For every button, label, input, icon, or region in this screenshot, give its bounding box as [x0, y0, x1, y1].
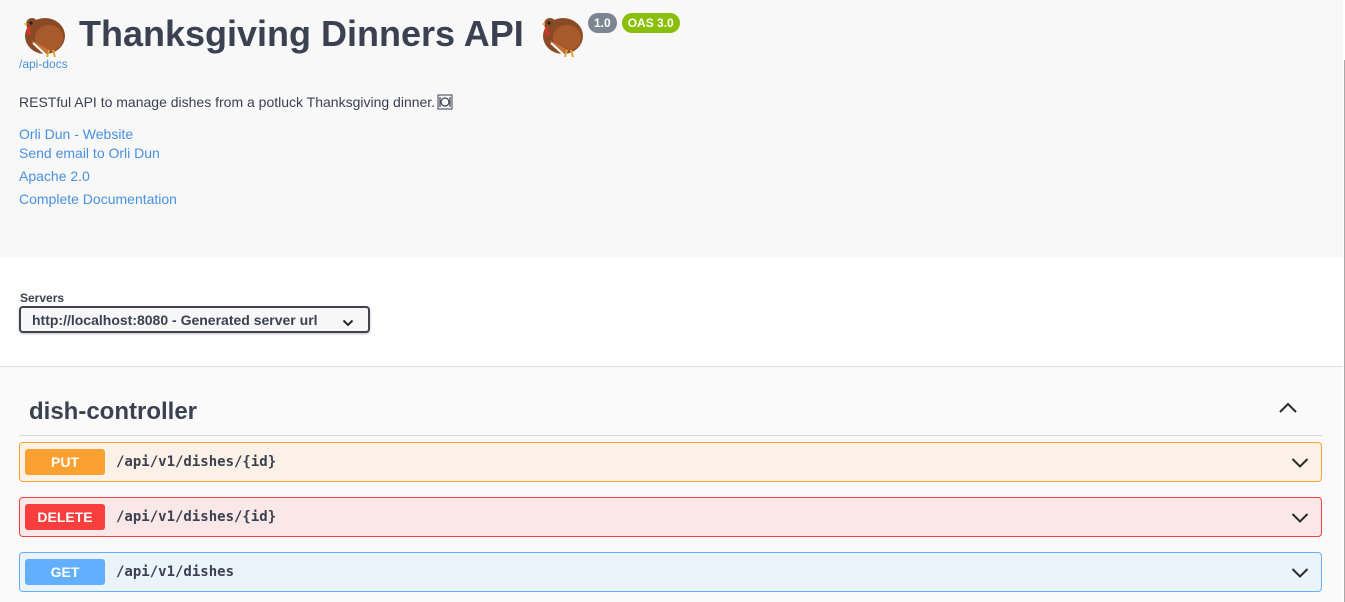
servers-label: Servers: [20, 291, 65, 305]
chevron-down-icon[interactable]: [1291, 511, 1309, 523]
oas-badge: OAS 3.0: [621, 13, 680, 33]
operation-delete-dish[interactable]: DELETE /api/v1/dishes/{id}: [19, 497, 1322, 537]
server-select-value: http://localhost:8080 - Generated server…: [32, 311, 318, 328]
website-link[interactable]: Orli Dun - Website: [19, 126, 133, 142]
tag-header[interactable]: dish-controller: [19, 387, 1322, 436]
version-badge: 1.0: [588, 13, 617, 33]
turkey-icon: [19, 10, 69, 58]
operation-path: /api/v1/dishes/{id}: [116, 454, 277, 470]
title-row: Thanksgiving Dinners API: [19, 8, 587, 60]
turkey-icon: [537, 10, 587, 58]
documentation-link[interactable]: Complete Documentation: [19, 191, 177, 207]
email-link[interactable]: Send email to Orli Dun: [19, 145, 160, 161]
operation-get-dishes[interactable]: GET /api/v1/dishes: [19, 552, 1322, 592]
chevron-down-icon: [342, 315, 354, 327]
server-select[interactable]: http://localhost:8080 - Generated server…: [19, 306, 370, 333]
api-info-section: Thanksgiving Dinners API 1.0 OAS 3.0 /ap…: [0, 0, 1343, 257]
chevron-up-icon[interactable]: [1278, 401, 1298, 415]
operation-path: /api/v1/dishes/{id}: [116, 509, 277, 525]
operation-put-dish[interactable]: PUT /api/v1/dishes/{id}: [19, 442, 1322, 482]
tag-title: dish-controller: [29, 398, 198, 425]
api-docs-link[interactable]: /api-docs: [19, 57, 68, 71]
page-title: Thanksgiving Dinners API: [79, 13, 524, 54]
method-badge-delete: DELETE: [25, 504, 105, 530]
description-text: RESTful API to manage dishes from a potl…: [19, 94, 436, 110]
operations-section: dish-controller PUT /api/v1/dishes/{id} …: [0, 367, 1343, 602]
method-badge-get: GET: [25, 559, 105, 585]
chevron-down-icon[interactable]: [1291, 566, 1309, 578]
api-description: RESTful API to manage dishes from a potl…: [19, 94, 453, 110]
method-badge-put: PUT: [25, 449, 105, 475]
version-badges: 1.0 OAS 3.0: [588, 13, 680, 33]
chevron-down-icon[interactable]: [1291, 456, 1309, 468]
license-link[interactable]: Apache 2.0: [19, 168, 90, 184]
plate-with-cutlery-icon: [437, 94, 453, 110]
servers-section: Servers http://localhost:8080 - Generate…: [0, 257, 1343, 367]
operation-path: /api/v1/dishes: [116, 564, 235, 580]
